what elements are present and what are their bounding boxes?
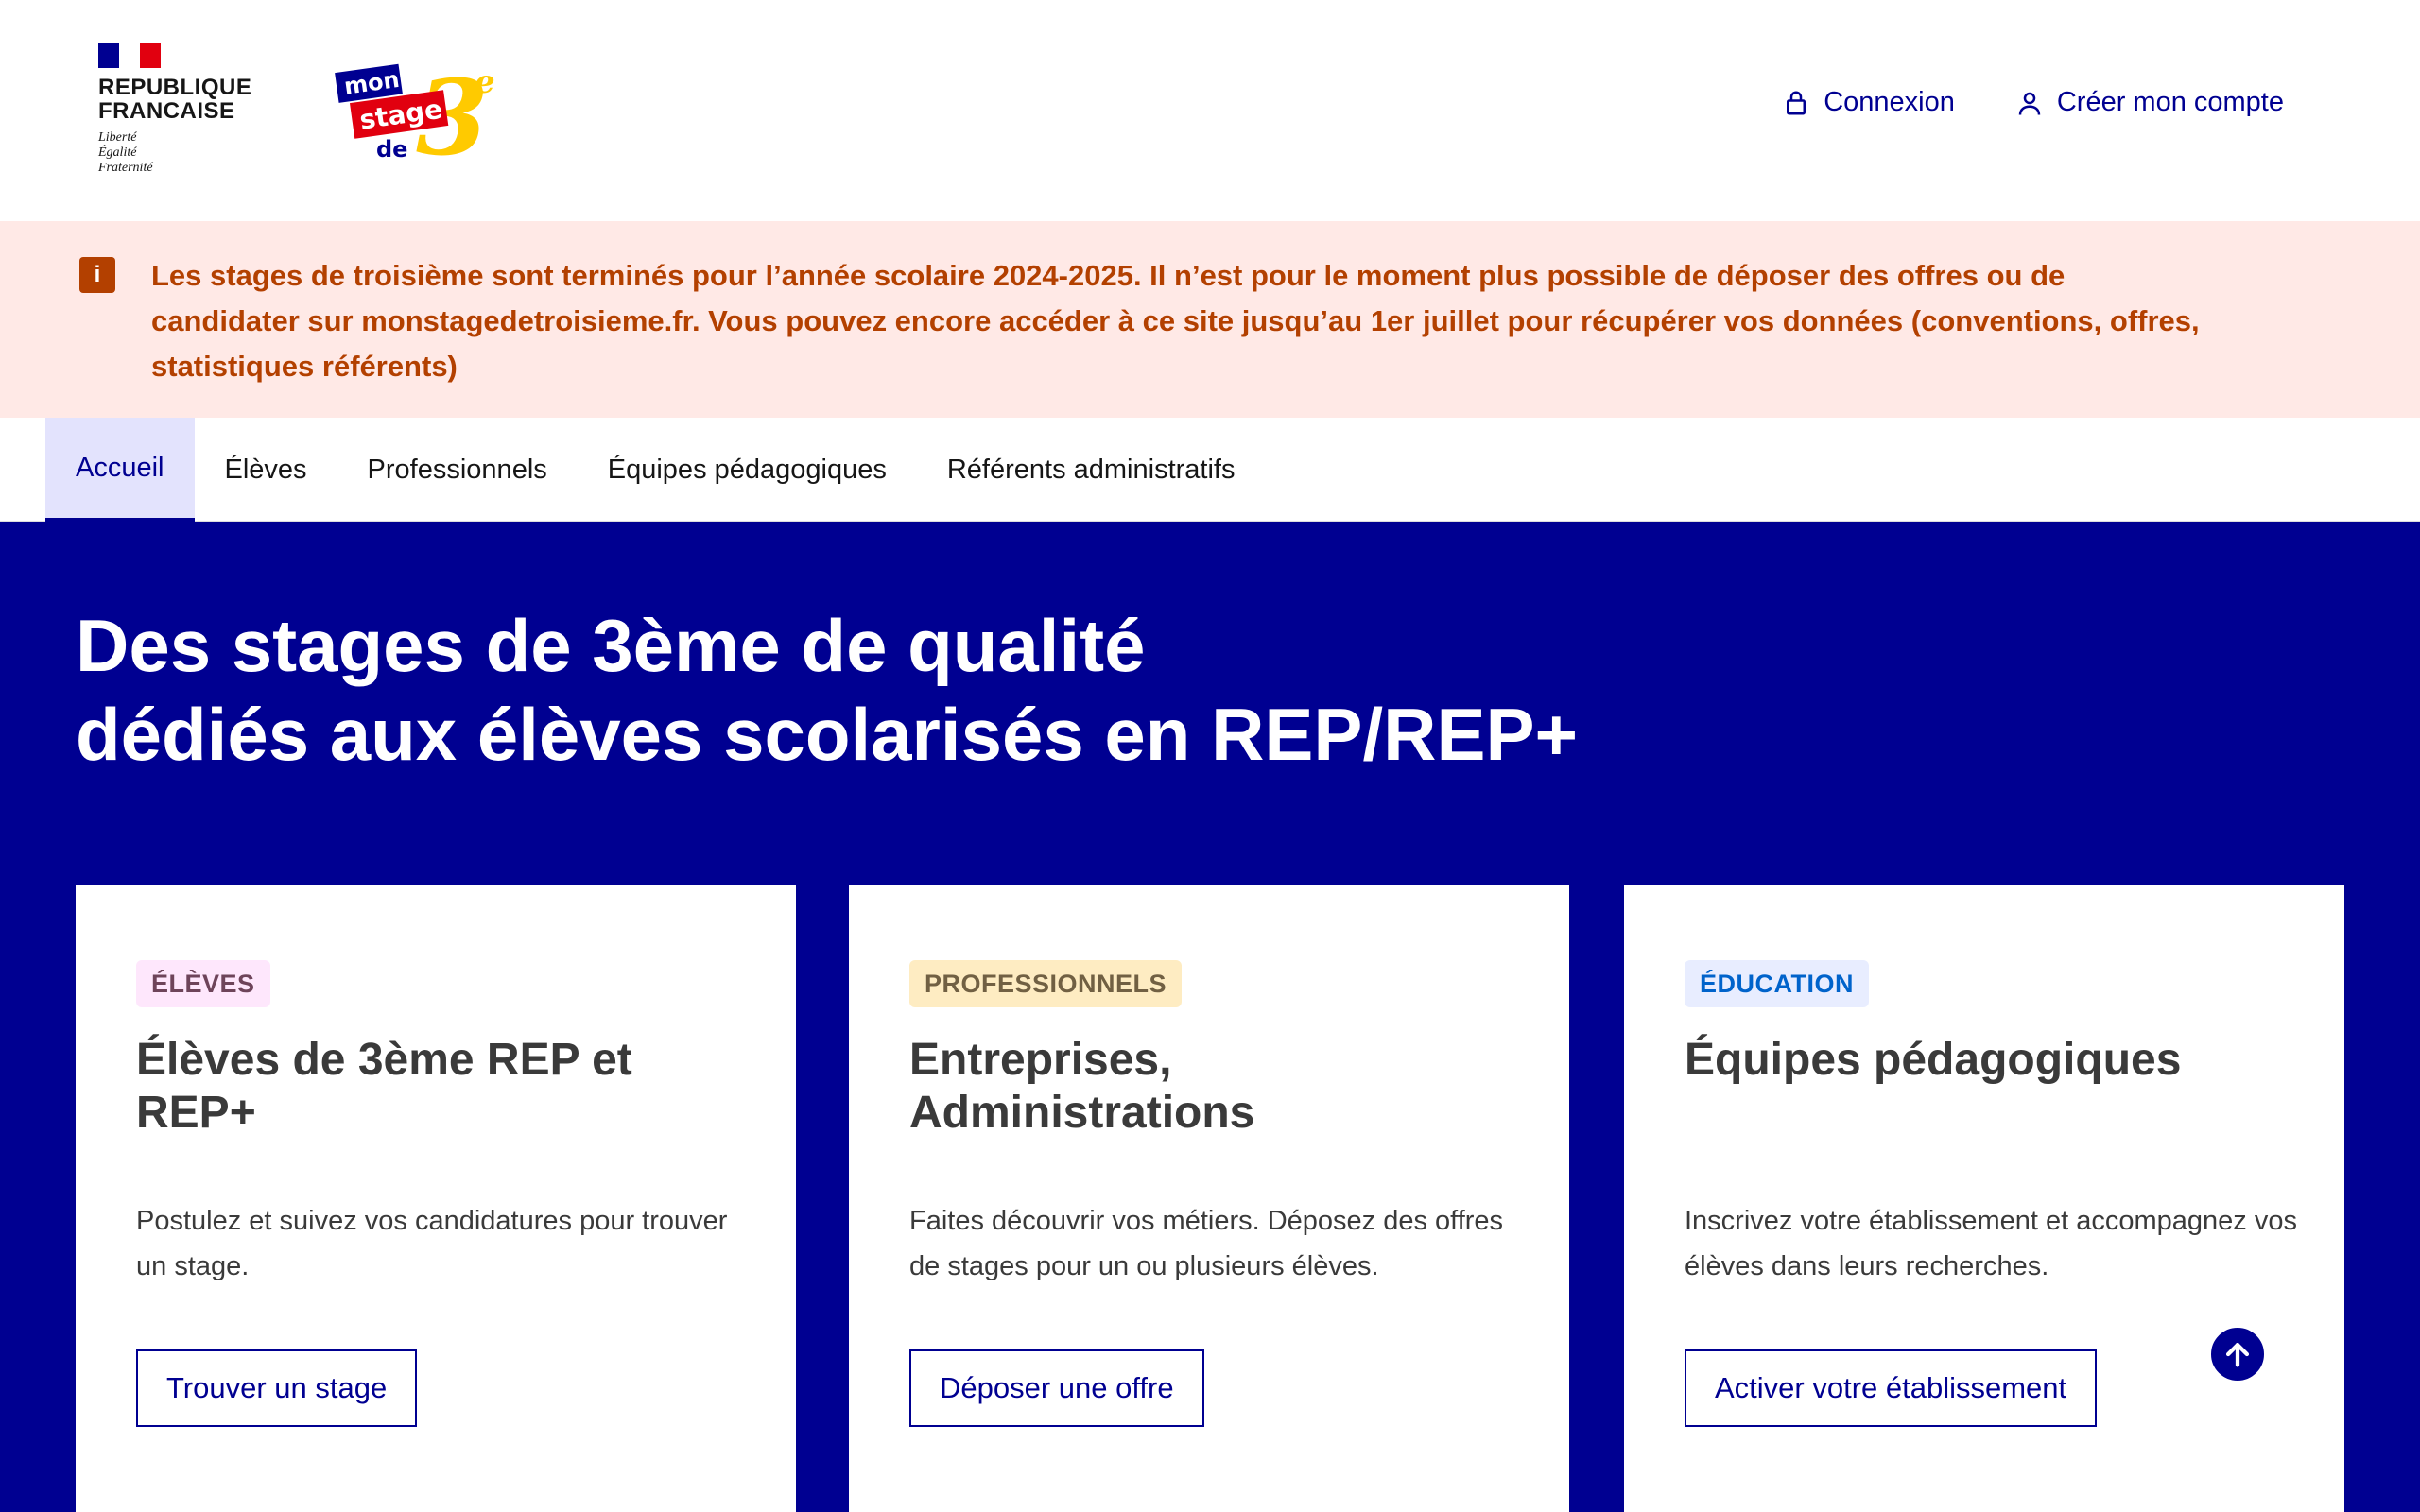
devise-text: Liberté Égalité Fraternité [98,130,153,175]
login-link[interactable]: Connexion [1782,87,1955,118]
nav-item-eleves[interactable]: Élèves [195,418,337,522]
card-description: Inscrivez votre établissement et accompa… [1685,1206,2297,1281]
card-badge: ÉDUCATION [1685,960,1869,1007]
signup-label: Créer mon compte [2056,87,2284,117]
hero-section: Des stages de 3ème de qualité dédiés aux… [0,522,2420,1512]
card-badge: ÉLÈVES [136,960,270,1007]
card-description: Faites découvrir vos métiers. Déposez de… [909,1206,1504,1281]
user-icon [2018,92,2041,115]
republique-francaise-text: REPUBLIQUE FRANCAISE [98,75,252,124]
lock-icon [1787,91,1806,114]
nav-item-professionnels[interactable]: Professionnels [337,418,578,522]
arrow-up-icon [2225,1342,2250,1367]
card-badge: PROFESSIONNELS [909,960,1183,1007]
hero-title: Des stages de 3ème de qualité dédiés aux… [76,604,1579,776]
find-internship-button[interactable]: Trouver un stage [136,1349,418,1427]
card-professionnels: PROFESSIONNELS Entreprises, Administrati… [849,885,1569,1512]
nav-item-referents-administratifs[interactable]: Référents administratifs [917,418,1266,522]
card-title: Équipes pédagogiques [1685,1035,2182,1085]
notice-banner: i Les stages de troisième sont terminés … [0,221,2420,418]
svg-text:e: e [475,63,495,101]
login-label: Connexion [1824,87,1955,117]
marianne-flag-icon [98,43,161,68]
card-title: Entreprises, Administrations [909,1035,1255,1138]
notice-text: Les stages de troisième sont terminés po… [151,259,2200,383]
info-icon: i [79,257,115,293]
card-description: Postulez et suivez vos candidatures pour… [136,1206,728,1281]
card-eleves: ÉLÈVES Élèves de 3ème REP et REP+ Postul… [76,885,796,1512]
activate-school-button[interactable]: Activer votre établissement [1685,1349,2098,1427]
signup-link[interactable]: Créer mon compte [2015,87,2284,118]
republique-francaise-logo[interactable]: REPUBLIQUE FRANCAISE Liberté Égalité Fra… [98,43,287,176]
mon-stage-de-3e-logo[interactable]: 3 e mon stage de [333,55,522,168]
nav-item-accueil[interactable]: Accueil [45,418,195,522]
nav-item-equipes-pedagogiques[interactable]: Équipes pédagogiques [578,418,917,522]
main-nav: Accueil Élèves Professionnels Équipes pé… [0,418,2420,522]
svg-text:de: de [376,136,407,163]
back-to-top-button[interactable] [2208,1325,2267,1383]
header-links: Connexion Créer mon compte [1782,87,2284,118]
site-header: REPUBLIQUE FRANCAISE Liberté Égalité Fra… [0,0,2420,221]
card-title: Élèves de 3ème REP et REP+ [136,1035,632,1138]
card-education: ÉDUCATION Équipes pédagogiques Inscrivez… [1624,885,2344,1512]
post-offer-button[interactable]: Déposer une offre [909,1349,1204,1427]
